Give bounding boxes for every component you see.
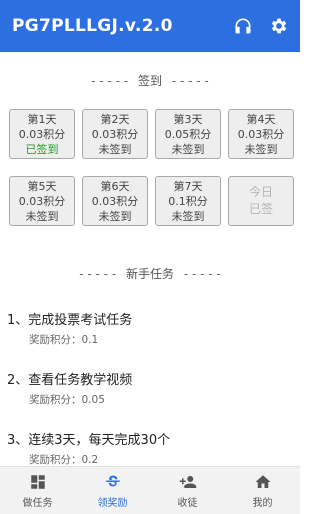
day-label: 第1天 bbox=[27, 112, 57, 126]
home-icon bbox=[255, 474, 270, 488]
day-status: 未签到 bbox=[25, 209, 59, 223]
day-status: 已签到 bbox=[25, 142, 59, 156]
day-status: 未签到 bbox=[244, 142, 278, 156]
checkin-row-2: 第5天 0.03积分 未签到 第6天 0.03积分 未签到 第7天 0.1积分 … bbox=[9, 176, 294, 226]
tab-recruit[interactable]: 收徒 bbox=[150, 467, 225, 514]
task-item-3[interactable]: 3、连续3天，每天完成30个 奖励积分：0.2 bbox=[7, 429, 297, 467]
divider-dashes-left: - - - - - bbox=[91, 74, 129, 88]
task-item-1[interactable]: 1、完成投票考试任务 奖励积分：0.1 bbox=[7, 309, 297, 347]
checkin-row-1: 第1天 0.03积分 已签到 第2天 0.03积分 未签到 第3天 0.05积分… bbox=[9, 109, 294, 159]
checkin-day-2[interactable]: 第2天 0.03积分 未签到 bbox=[82, 109, 148, 159]
day-label: 第7天 bbox=[173, 179, 203, 193]
divider-dashes-left: - - - - - bbox=[79, 267, 117, 281]
task-title: 2、查看任务教学视频 bbox=[7, 373, 133, 388]
day-points: 0.1积分 bbox=[168, 194, 208, 208]
newbie-title: 新手任务 bbox=[125, 267, 174, 281]
day-label: 第4天 bbox=[246, 112, 276, 126]
add-person-icon bbox=[179, 475, 196, 488]
headphones-icon[interactable] bbox=[232, 15, 254, 37]
bottom-tab-bar: 做任务 领奖励 收徒 我的 bbox=[0, 466, 300, 514]
dashboard-icon bbox=[30, 474, 45, 489]
task-title: 1、完成投票考试任务 bbox=[7, 313, 133, 328]
checkin-day-3[interactable]: 第3天 0.05积分 未签到 bbox=[155, 109, 221, 159]
divider-dashes-right: - - - - - bbox=[183, 267, 221, 281]
day-label: 第3天 bbox=[173, 112, 203, 126]
task-reward: 奖励积分：0.2 bbox=[29, 454, 99, 466]
day-label: 第5天 bbox=[27, 179, 57, 193]
task-reward: 奖励积分：0.05 bbox=[29, 394, 105, 406]
day-label: 第2天 bbox=[100, 112, 130, 126]
checkin-day-5[interactable]: 第5天 0.03积分 未签到 bbox=[9, 176, 75, 226]
checkin-day-7[interactable]: 第7天 0.1积分 未签到 bbox=[155, 176, 221, 226]
tab-mine[interactable]: 我的 bbox=[225, 467, 300, 514]
newbie-section-title: - - - - - 新手任务 - - - - - bbox=[0, 265, 300, 282]
today-label: 今日 bbox=[248, 185, 273, 199]
tab-do-tasks[interactable]: 做任务 bbox=[0, 467, 75, 514]
day-points: 0.05积分 bbox=[164, 127, 212, 141]
app-header: PG7PLLLGJ.v.2.0 bbox=[0, 0, 300, 52]
task-title: 3、连续3天，每天完成30个 bbox=[7, 433, 171, 448]
divider-dashes-right: - - - - - bbox=[171, 74, 209, 88]
day-points: 0.03积分 bbox=[237, 127, 285, 141]
task-reward: 奖励积分：0.1 bbox=[29, 334, 99, 346]
today-signed-button[interactable]: 今日 已签 bbox=[228, 176, 294, 226]
day-status: 未签到 bbox=[98, 209, 132, 223]
checkin-day-4[interactable]: 第4天 0.03积分 未签到 bbox=[228, 109, 294, 159]
task-item-2[interactable]: 2、查看任务教学视频 奖励积分：0.05 bbox=[7, 369, 297, 407]
tab-rewards[interactable]: 领奖励 bbox=[75, 467, 150, 514]
tab-label: 收徒 bbox=[177, 497, 198, 509]
tab-label: 做任务 bbox=[22, 497, 53, 509]
day-status: 未签到 bbox=[171, 209, 205, 223]
day-points: 0.03积分 bbox=[18, 127, 66, 141]
tab-label: 我的 bbox=[252, 497, 273, 509]
day-status: 未签到 bbox=[171, 142, 205, 156]
checkin-title: 签到 bbox=[137, 74, 162, 88]
checkin-day-1[interactable]: 第1天 0.03积分 已签到 bbox=[9, 109, 75, 159]
app-title: PG7PLLLGJ.v.2.0 bbox=[12, 16, 173, 36]
tab-label: 领奖励 bbox=[97, 497, 128, 509]
day-points: 0.03积分 bbox=[91, 194, 139, 208]
day-status: 未签到 bbox=[98, 142, 132, 156]
gear-icon[interactable] bbox=[268, 15, 290, 37]
strikethrough-s-icon bbox=[105, 475, 120, 486]
checkin-day-6[interactable]: 第6天 0.03积分 未签到 bbox=[82, 176, 148, 226]
today-status: 已签 bbox=[248, 202, 273, 216]
checkin-section-title: - - - - - 签到 - - - - - bbox=[0, 72, 300, 89]
day-label: 第6天 bbox=[100, 179, 130, 193]
day-points: 0.03积分 bbox=[18, 194, 66, 208]
day-points: 0.03积分 bbox=[91, 127, 139, 141]
